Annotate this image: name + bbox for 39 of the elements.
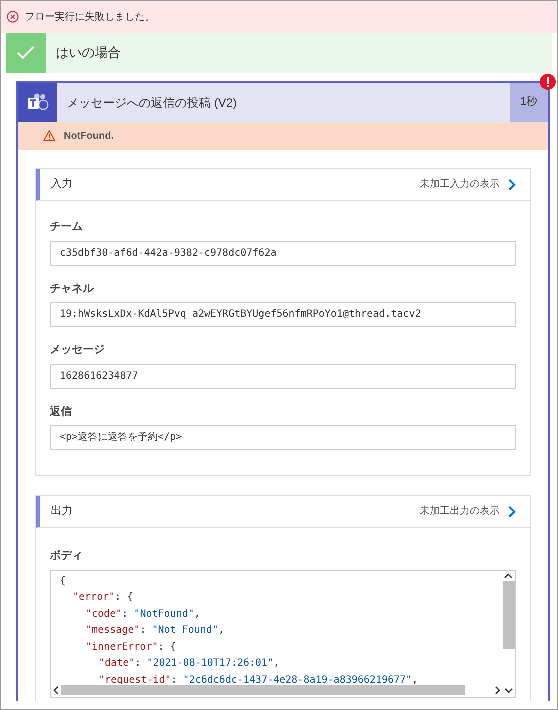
code-line: "message": "Not Found", (85, 624, 224, 638)
field-label: チャネル (50, 282, 95, 296)
warning-icon (43, 130, 56, 142)
code-line: "error": { (72, 591, 134, 605)
field-label: チーム (50, 220, 84, 235)
error-message: NotFound. (64, 130, 114, 144)
field-value: 1628616234877 (50, 364, 516, 388)
error-text: フロー実行に失敗しました。 (25, 10, 155, 24)
field-value: 19:hWsksLxDx-KdAl5Pvq_a2wEYRGtBYUgef56nfmRPoYo1@thread.tacv2 (50, 302, 516, 327)
duration-label: 1秒 (510, 83, 548, 122)
field-label: メッセージ (50, 343, 106, 358)
check-icon (17, 46, 35, 60)
chevron-right-icon (493, 686, 503, 694)
code-line: "code": "NotFound", (85, 608, 200, 622)
condition-label: はいの場合 (56, 44, 121, 62)
chevron-right-icon (508, 178, 516, 190)
raw-view-link[interactable]: 未加工入力の表示 (420, 177, 516, 192)
field-value: c35dbf30-af6d-442a-9382-c978dc07f62a (50, 240, 516, 266)
action-header[interactable]: メッセージへの返信の投稿 (V2) 1秒 (18, 83, 548, 122)
chevron-down-icon (503, 686, 515, 694)
section-header[interactable]: 入力 未加工入力の表示 (36, 169, 530, 201)
scrollbar-thumb[interactable] (502, 580, 514, 648)
code-line: "innerError": { (85, 640, 176, 654)
horizontal-scrollbar[interactable] (51, 684, 515, 696)
chevron-left-icon (51, 686, 61, 694)
code-line: { (60, 574, 66, 588)
section-title: 出力 (51, 504, 73, 520)
scrollbar-thumb[interactable] (61, 685, 465, 695)
section-title: 入力 (51, 177, 73, 192)
field-label: 返信 (50, 404, 73, 420)
field-label: ボディ (50, 549, 84, 564)
raw-view-link[interactable]: 未加工出力の表示 (420, 504, 516, 519)
code-line: "date": "2021-08-10T17:26:01", (98, 657, 280, 671)
section-header[interactable]: 出力 未加工出力の表示 (36, 496, 530, 528)
action-title: メッセージへの返信の投稿 (V2) (67, 94, 238, 112)
chevron-right-icon (508, 506, 516, 518)
error-icon (7, 11, 19, 23)
field-value: <p>返答に返答を予約</p> (50, 425, 516, 450)
condition-header[interactable]: はいの場合 (6, 33, 552, 73)
